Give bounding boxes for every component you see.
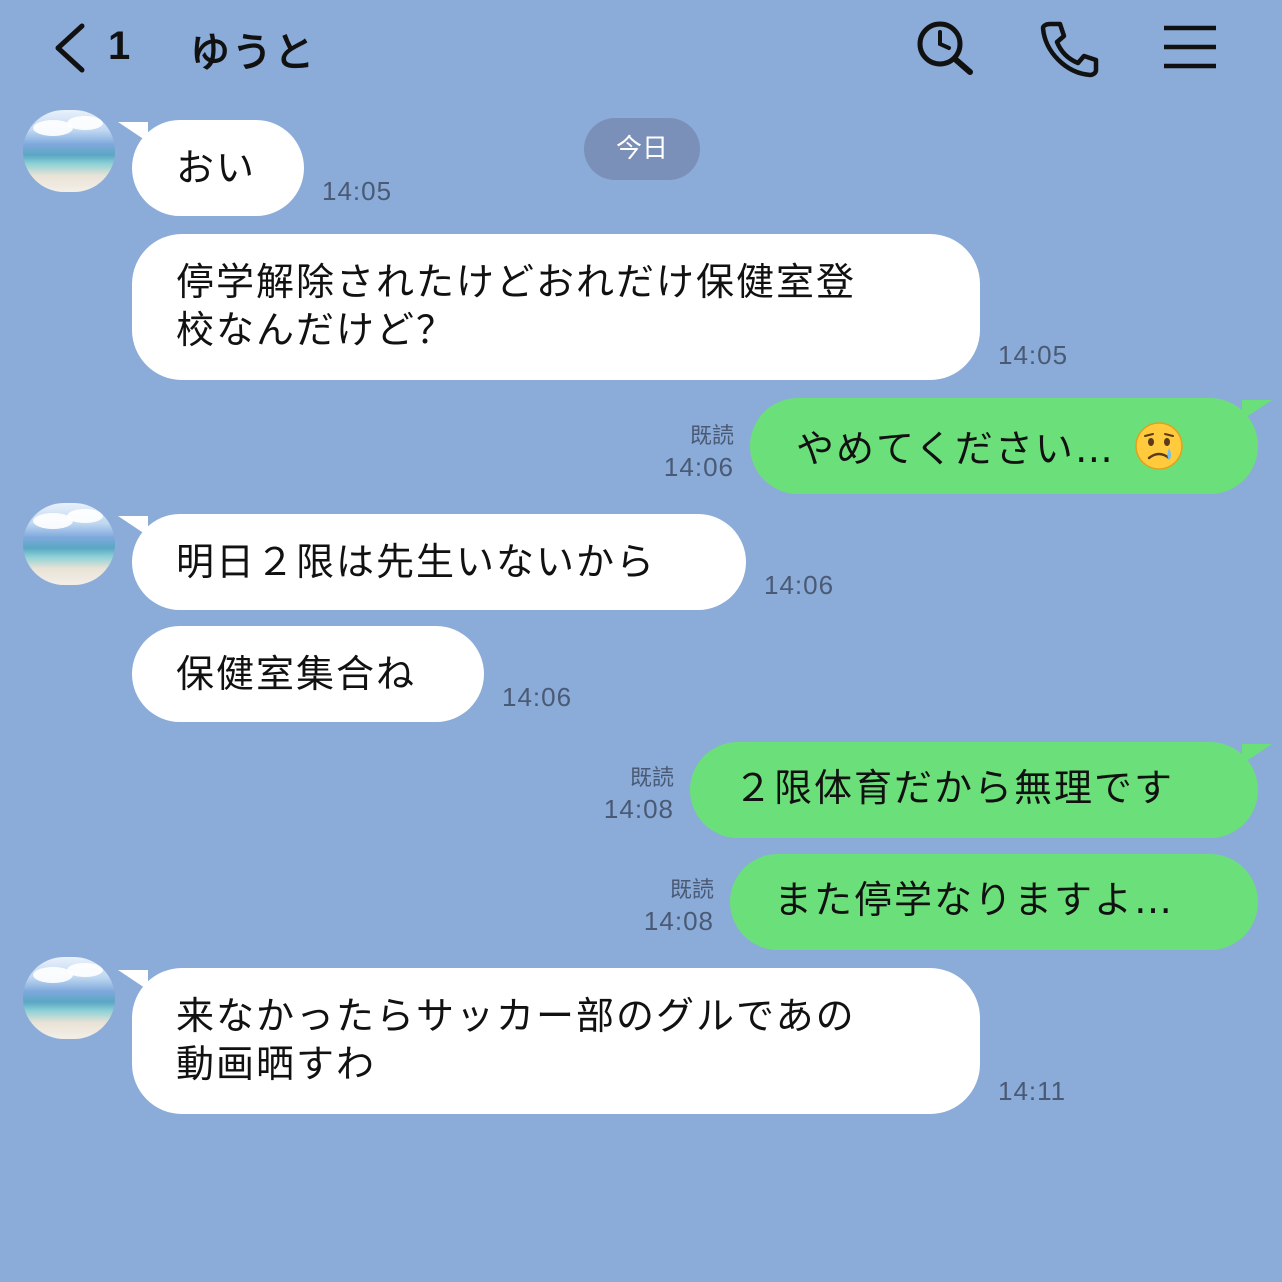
message-text: おい [176, 146, 257, 190]
menu-icon [1164, 25, 1216, 69]
message-time: 14:08 [603, 794, 674, 824]
read-receipt: 既読 14:08 [620, 876, 714, 936]
read-receipt: 既読 14:06 [640, 422, 734, 482]
search-icon [917, 21, 973, 75]
search-button[interactable] [912, 18, 976, 78]
message-text: やめてください… [796, 427, 1115, 471]
avatar[interactable] [23, 503, 115, 585]
incoming-message[interactable]: 明日２限は先生いないから [118, 514, 746, 610]
avatar[interactable] [23, 957, 115, 1039]
message-time: 14:11 [998, 1076, 1067, 1106]
message-time: 14:08 [643, 906, 714, 936]
incoming-message[interactable]: 停学解除されたけどおれだけ保健室登 校なんだけど？ [132, 234, 980, 380]
message-text: 来なかったらサッカー部のグルであの 動画晒すわ [176, 992, 980, 1088]
message-line: 校なんだけど？ [176, 308, 457, 352]
read-label: 既読 [629, 766, 674, 791]
message-time: 14:05 [322, 176, 393, 206]
outgoing-message[interactable]: やめてください… [750, 398, 1272, 494]
message-text: 明日２限は先生いないから [176, 540, 657, 584]
chat-title: ゆうと [190, 30, 316, 76]
read-receipt: 既読 14:08 [580, 764, 674, 824]
unread-count: 1 [108, 24, 131, 68]
back-button[interactable]: 1 [50, 18, 150, 78]
outgoing-message[interactable]: ２限体育だから無理です [690, 742, 1272, 838]
message-time: 14:06 [663, 452, 734, 482]
outgoing-message[interactable]: また停学なりますよ… [730, 854, 1258, 950]
avatar[interactable] [23, 110, 115, 192]
message-line: 停学解除されたけどおれだけ保健室登 [176, 260, 857, 304]
date-separator: 今日 [584, 118, 700, 180]
crying-face-emoji [1135, 422, 1183, 470]
incoming-message[interactable]: おい [118, 120, 304, 216]
message-text: また停学なりますよ… [774, 878, 1175, 922]
incoming-message[interactable]: 保健室集合ね [132, 626, 484, 722]
incoming-message[interactable]: 来なかったらサッカー部のグルであの 動画晒すわ [118, 968, 980, 1114]
message-time: 14:05 [998, 340, 1069, 370]
message-line: 動画晒すわ [176, 1042, 377, 1086]
phone-icon [1040, 21, 1099, 78]
back-chevron-icon [55, 23, 85, 73]
chat-header: 1 ゆうと [0, 0, 1282, 96]
read-label: 既読 [669, 878, 714, 903]
message-text: 保健室集合ね [176, 652, 417, 696]
read-label: 既読 [689, 424, 734, 449]
message-text: 停学解除されたけどおれだけ保健室登 校なんだけど？ [176, 258, 980, 354]
message-line: 来なかったらサッカー部のグルであの [176, 994, 856, 1038]
message-time: 14:06 [764, 570, 835, 600]
menu-button[interactable] [1160, 18, 1224, 78]
message-time: 14:06 [502, 682, 573, 712]
message-text: ２限体育だから無理です [734, 766, 1175, 810]
call-button[interactable] [1036, 18, 1100, 78]
